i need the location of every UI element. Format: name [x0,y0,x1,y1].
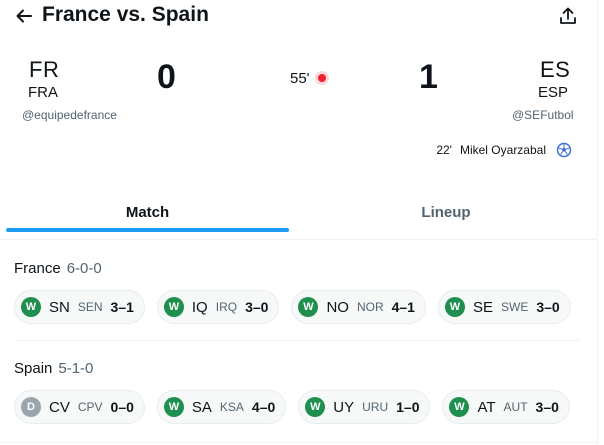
soccer-ball-icon [556,142,572,158]
result-score: 1–0 [396,399,420,415]
goal-minute: 22' [436,143,452,157]
result-chip[interactable]: W UY URU 1–0 [298,390,431,424]
home-team-handle[interactable]: @equipedefrance [22,108,117,122]
share-upload-icon [560,7,576,24]
result-chip[interactable]: W SE SWE 3–0 [437,290,571,324]
opponent-flag-code: NO [326,298,349,316]
page-title: France vs. Spain [42,3,209,26]
tab-lineup[interactable]: Lineup [297,190,595,234]
form-section-title: France 6-0-0 [14,260,102,277]
recent-results-list: D CV CPV 0–0 W SA KSA 4–0 W UY URU 1–0 W AT AUT 3–0 [14,390,570,424]
column-border [597,0,598,445]
result-score: 4–1 [391,299,415,315]
home-team-code: FR [29,57,60,82]
draw-badge: D [21,397,41,417]
opponent-code: CPV [77,400,103,414]
opponent-flag-code: IQ [191,298,208,316]
recent-results-list: W SN SEN 3–1 W IQ IRQ 3–0 W NO NOR 4–1 W SE SWE 3–0 [14,290,571,324]
opponent-flag-code: SE [472,298,493,316]
result-score: 4–0 [251,399,276,415]
top-bar: France vs. Spain [0,0,604,40]
away-team-abbr: ESP [538,84,569,101]
win-badge: W [449,397,470,417]
result-chip[interactable]: W SA KSA 4–0 [156,390,287,424]
opponent-code: NOR [356,300,384,314]
away-team-code: ES [540,57,571,82]
opponent-flag-code: SA [191,398,212,416]
share-button[interactable] [556,4,580,28]
back-button[interactable] [12,4,36,28]
section-divider [14,340,580,341]
match-tabs: Match Lineup [0,190,597,240]
win-badge: W [444,297,465,317]
active-tab-indicator [6,228,289,232]
opponent-code: SWE [500,300,529,314]
opponent-flag-code: CV [49,398,70,416]
form-record: 5-1-0 [58,360,94,377]
win-badge: W [305,397,326,417]
result-chip[interactable]: W IQ IRQ 3–0 [156,290,280,324]
opponent-code: KSA [219,400,244,414]
form-team-name: Spain [14,360,53,377]
form-section-away: Spain 5-1-0 D CV CPV 0–0 W SA KSA 4–0 W UY URU 1–0 W A… [0,348,597,440]
result-chip[interactable]: W AT AUT 3–0 [442,390,570,424]
result-score: 3–0 [535,399,559,415]
opponent-code: IRQ [215,300,238,314]
opponent-flag-code: AT [477,398,496,416]
form-section-home: France 6-0-0 W SN SEN 3–1 W IQ IRQ 3–0 W NO NOR 4–1 W… [0,248,597,341]
form-team-name: France [14,260,61,277]
opponent-code: AUT [503,400,528,414]
result-chip[interactable]: W SN SEN 3–1 [14,290,145,324]
win-badge: W [163,297,184,317]
home-score: 0 [157,58,176,96]
bottom-divider [0,442,597,443]
match-minute: 55' [290,70,310,87]
win-badge: W [298,297,319,317]
opponent-code: URU [362,400,389,414]
home-team-abbr: FRA [28,84,58,101]
result-chip[interactable]: D CV CPV 0–0 [14,390,145,424]
opponent-code: SEN [77,300,103,314]
opponent-flag-code: UY [333,398,355,416]
goal-scorer: Mikel Oyarzabal [459,143,546,157]
away-team-handle[interactable]: @SEFutbol [512,108,574,122]
result-score: 3–0 [245,299,269,315]
result-score: 3–1 [110,299,134,315]
result-score: 3–0 [536,299,560,315]
result-score: 0–0 [110,399,134,415]
arrow-left-icon [16,9,32,23]
win-badge: W [163,397,184,417]
away-score: 1 [419,58,438,96]
result-chip[interactable]: W NO NOR 4–1 [291,290,426,324]
win-badge: W [21,297,41,317]
form-section-title: Spain 5-1-0 [14,360,93,377]
form-record: 6-0-0 [66,260,102,277]
live-indicator-icon [318,74,326,82]
opponent-flag-code: SN [49,298,70,316]
goal-event: 22' Mikel Oyarzabal [436,142,572,158]
